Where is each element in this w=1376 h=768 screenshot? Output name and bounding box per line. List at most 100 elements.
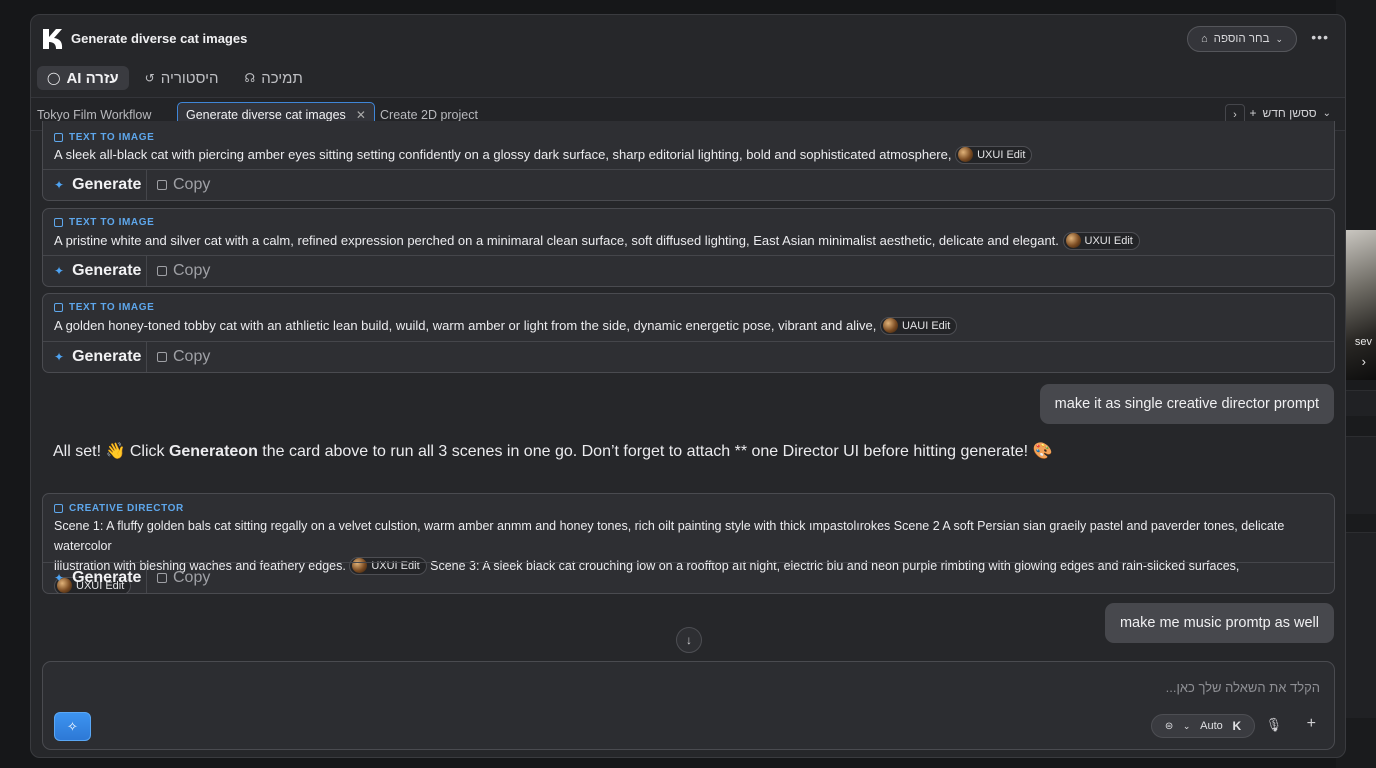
avatar [958, 147, 974, 163]
generate-button[interactable]: ✦ Generate [43, 170, 147, 200]
workspace-tab-label: Generate diverse cat images [186, 108, 346, 122]
card-kind-text: TEXT TO IMAGE [69, 302, 155, 313]
tab-label: תמיכה [261, 69, 303, 87]
card-kind-label: TEXT TO IMAGE [54, 302, 154, 313]
copy-button[interactable]: Copy [147, 262, 210, 280]
card-kind-label: CREATIVE DIRECTOR [54, 503, 184, 514]
tab-history[interactable]: ↺ היסטוריה [135, 66, 229, 90]
prompt-card: TEXT TO IMAGE A golden honey-toned tobby… [42, 293, 1335, 373]
assistant-bold-text: Generateon [168, 443, 258, 460]
close-icon[interactable]: ✕ [356, 108, 366, 122]
prompt-card: TEXT TO IMAGE A sleek all-black cat with… [42, 121, 1335, 201]
copy-label: Copy [173, 176, 211, 193]
card-actions: ✦ Generate Copy [43, 341, 1334, 372]
card-prompt-text: A pristine white and silver cat with a c… [54, 231, 1312, 251]
tab-ai-help[interactable]: ◯ AI עזרה [37, 66, 129, 90]
avatar [882, 318, 898, 334]
sparkle-icon: ✦ [54, 178, 65, 192]
chat-icon: ◯ [47, 71, 61, 85]
asset-chip[interactable]: UXUI Edit [1062, 231, 1140, 250]
new-chat-label: ססשן חדש [1262, 106, 1317, 120]
settings-icon: ⊜ [1164, 720, 1174, 732]
copy-label: Copy [173, 348, 211, 365]
chevron-down-icon: ⌄ [1275, 33, 1283, 44]
copy-icon [157, 573, 167, 583]
nav-tabs: ◯ AI עזרה ↺ היסטוריה ☊ תמיכה [37, 65, 313, 91]
generate-label: Generate [72, 569, 142, 586]
image-icon [54, 303, 63, 312]
headset-icon: ☊ [244, 71, 256, 85]
copy-label: Copy [173, 569, 211, 586]
card-prompt-text: A sleek all-black cat with piercing ambe… [54, 145, 1312, 165]
asset-chip[interactable]: UAUI Edit [879, 316, 958, 335]
assistant-text: the card above to run all 3 scenes in on… [257, 443, 1053, 460]
tab-support[interactable]: ☊ תמיכה [235, 66, 313, 90]
copy-button[interactable]: Copy [147, 569, 210, 587]
card-kind-text: TEXT TO IMAGE [69, 217, 155, 228]
prompt-text: Scene 1: A fluffy golden bals cat sittin… [54, 519, 1285, 553]
k-logo-icon [43, 29, 63, 49]
card-kind-text: CREATIVE DIRECTOR [69, 503, 184, 514]
generate-button[interactable]: ✦ Generate [43, 342, 147, 372]
arrow-down-icon: ↓ [686, 633, 692, 647]
panel-header: Generate diverse cat images ⌂ בחר הוספה … [31, 15, 1345, 61]
chevron-right-icon: › [1361, 354, 1366, 369]
microphone-icon[interactable]: 🎙 [1265, 717, 1282, 733]
prompt-text: A pristine white and silver cat with a c… [54, 233, 1059, 248]
chevron-down-icon: ⌄ [1322, 107, 1331, 119]
mode-label: Auto [1200, 720, 1223, 732]
copy-button[interactable]: Copy [147, 176, 210, 194]
prompt-text: A sleek all-black cat with piercing ambe… [54, 147, 952, 162]
scroll-down-button[interactable]: ↓ [676, 627, 702, 653]
chip-label: UAUI Edit [901, 319, 951, 332]
sparkle-icon: ✧ [67, 718, 78, 734]
assistant-message: All set! 👋 Click Generateon the card abo… [53, 441, 1052, 461]
model-select-label: בחר הוספה [1213, 33, 1270, 45]
card-actions: ✦ Generate Copy [43, 169, 1334, 200]
background-thumbnail-label: sev [1354, 336, 1372, 348]
copy-button[interactable]: Copy [147, 348, 210, 366]
generate-button[interactable]: ✦ Generate [43, 563, 147, 593]
generate-button[interactable]: ✦ Generate [43, 256, 147, 286]
chat-title: Generate diverse cat images [71, 31, 248, 46]
tab-label: היסטוריה [160, 69, 219, 87]
copy-icon [157, 266, 167, 276]
generate-label: Generate [72, 176, 142, 193]
card-kind-text: TEXT TO IMAGE [69, 132, 155, 143]
sparkle-icon: ✦ [54, 571, 65, 585]
tab-label: AI עזרה [66, 69, 119, 87]
ai-assistant-panel: Generate diverse cat images ⌂ בחר הוספה … [30, 14, 1346, 758]
user-message: make it as single creative director prom… [1039, 384, 1334, 424]
model-select-button[interactable]: ⌂ בחר הוספה ⌄ [1187, 26, 1297, 52]
sparkle-icon: ✦ [54, 264, 65, 278]
copy-label: Copy [173, 262, 211, 279]
image-icon [54, 218, 63, 227]
director-icon [54, 504, 63, 513]
plus-icon[interactable]: + [1307, 715, 1316, 733]
chip-label: UXUI Edit [1084, 234, 1133, 247]
chat-area[interactable]: TEXT TO IMAGE A sleek all-black cat with… [31, 121, 1345, 661]
new-chat-button[interactable]: + ססשן חדש ⌄ [1249, 106, 1331, 120]
plus-icon: + [1249, 106, 1257, 120]
message-input[interactable]: הקלד את השאלה שלך כאן... [1166, 680, 1320, 695]
message-composer: הקלד את השאלה שלך כאן... ✧ ⊜ ⌄ Auto K 🎙 … [42, 661, 1335, 750]
mode-select[interactable]: ⊜ ⌄ Auto K [1151, 714, 1255, 738]
ai-assist-button[interactable]: ✧ [54, 712, 91, 741]
history-icon: ↺ [144, 71, 155, 85]
generate-label: Generate [72, 348, 142, 365]
bag-icon: ⌂ [1201, 33, 1208, 45]
more-options-icon[interactable]: ••• [1311, 29, 1329, 45]
image-icon [54, 133, 63, 142]
copy-icon [157, 352, 167, 362]
assistant-text: All set! 👋 Click [53, 443, 169, 460]
prompt-card: TEXT TO IMAGE A pristine white and silve… [42, 208, 1335, 287]
avatar [1065, 233, 1081, 249]
card-prompt-text: A golden honey-toned tobby cat with an a… [54, 316, 1312, 336]
chip-label: UXUI Edit [977, 148, 1026, 161]
asset-chip[interactable]: UXUI Edit [955, 145, 1033, 164]
user-message: make me music promtp as well [1104, 603, 1334, 643]
background-strip [1344, 532, 1376, 718]
card-kind-label: TEXT TO IMAGE [54, 217, 154, 228]
card-actions: ✦ Generate Copy [43, 255, 1334, 286]
copy-icon [157, 180, 167, 190]
